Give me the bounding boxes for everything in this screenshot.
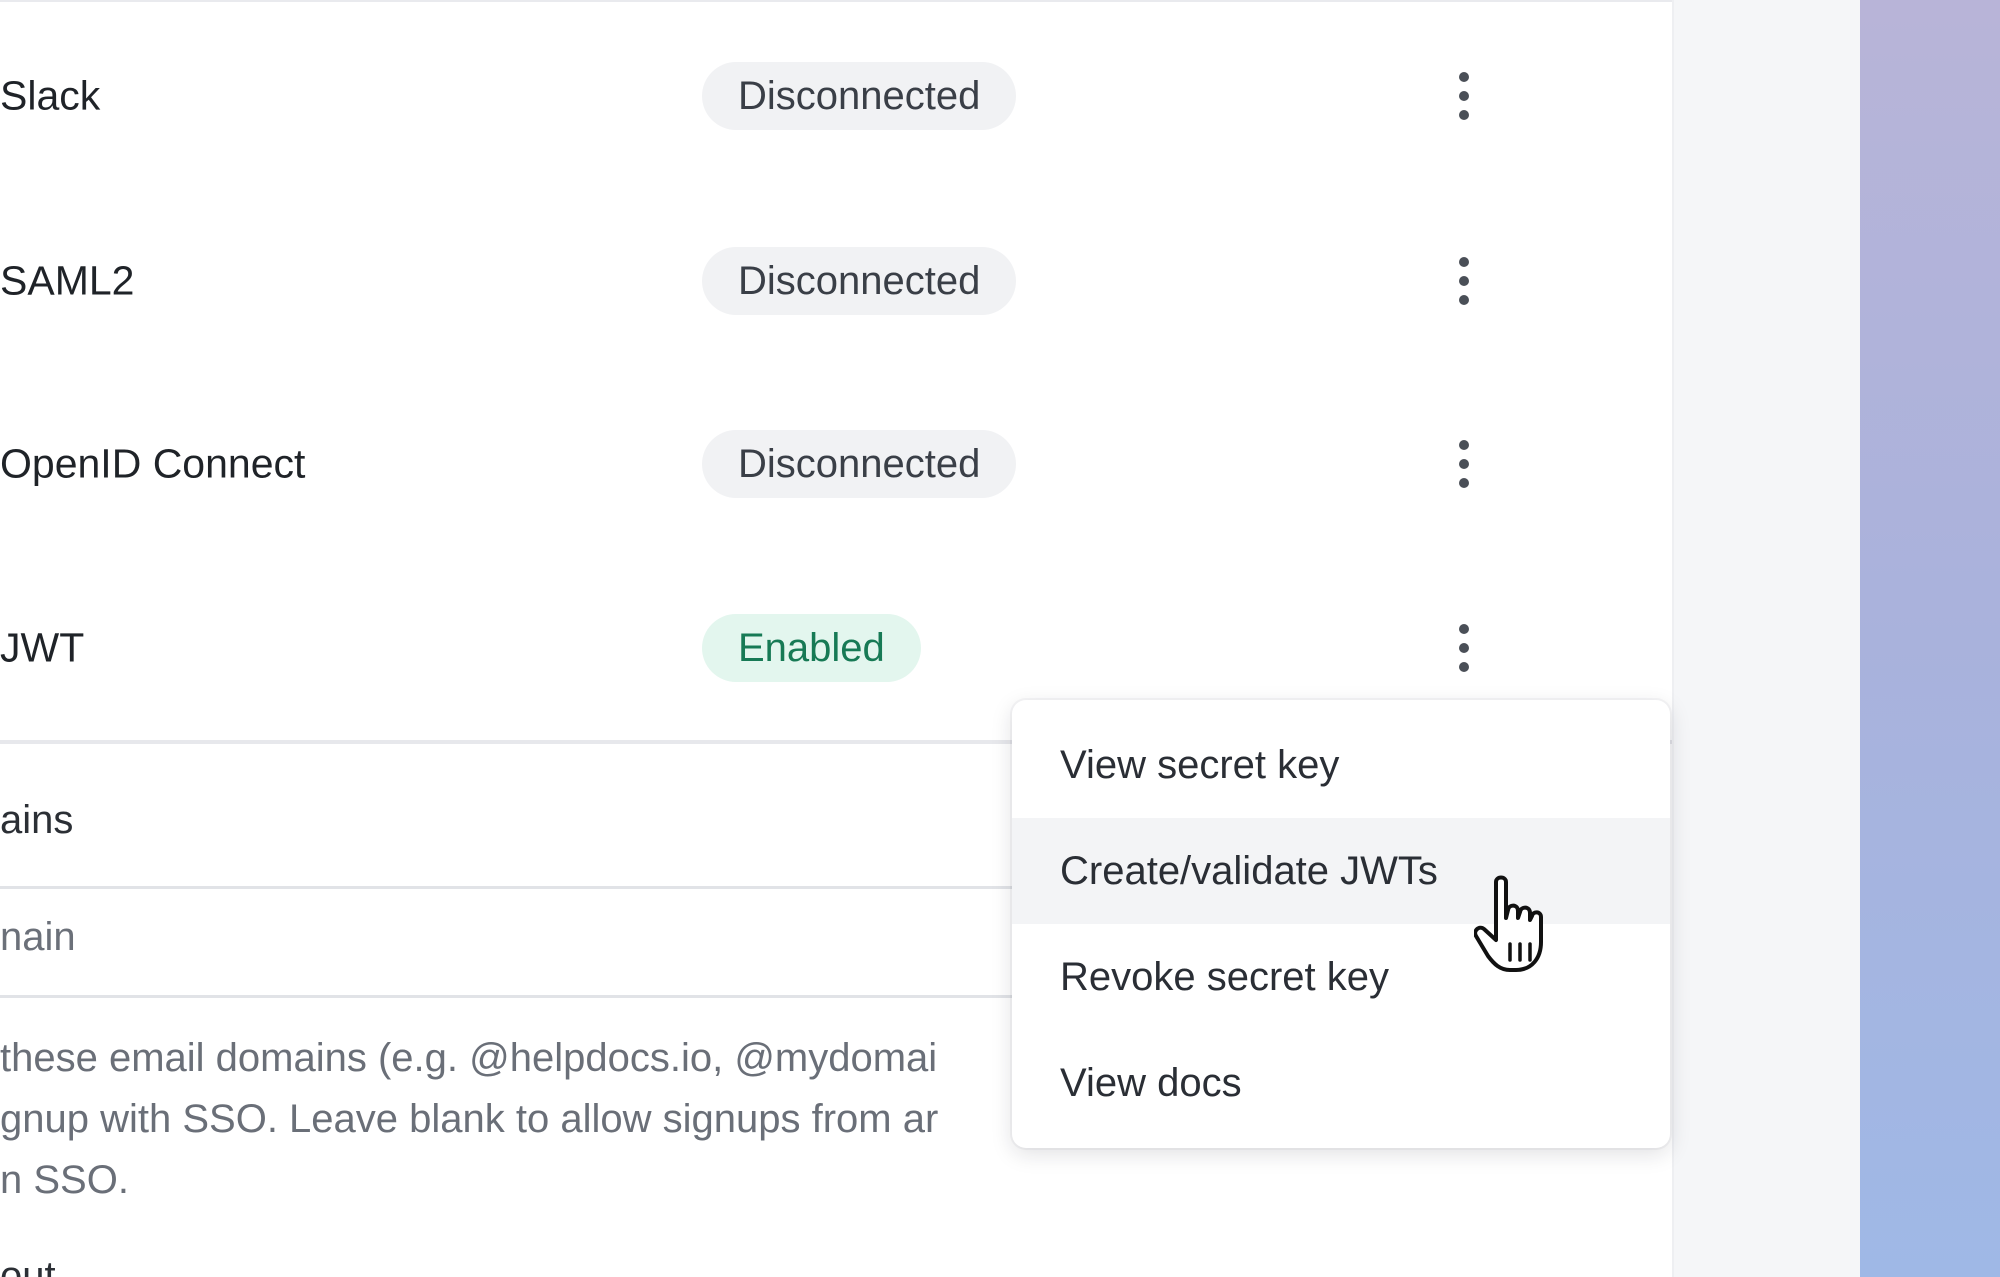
status-badge: Disconnected	[702, 62, 1017, 130]
jwt-context-menu: View secret key Create/validate JWTs Rev…	[1012, 700, 1670, 1148]
sso-row-openid-connect: OpenID Connect Disconnected	[0, 372, 1672, 556]
help-text-line: n SSO.	[0, 1158, 129, 1202]
allowed-domains-label: ains	[0, 798, 74, 842]
sso-provider-name: SAML2	[0, 257, 135, 304]
status-badge: Disconnected	[702, 430, 1017, 498]
menu-item-create-validate-jwts[interactable]: Create/validate JWTs	[1012, 818, 1670, 924]
screen: Slack Disconnected SAML2 Disconnected Op…	[0, 0, 2000, 1277]
kebab-menu-icon[interactable]	[1444, 251, 1484, 311]
kebab-menu-icon[interactable]	[1444, 618, 1484, 678]
status-badge: Enabled	[702, 614, 921, 682]
status-badge: Disconnected	[702, 247, 1017, 315]
menu-item-view-secret-key[interactable]: View secret key	[1012, 712, 1670, 818]
help-text-line: these email domains (e.g. @helpdocs.io, …	[0, 1036, 938, 1080]
help-text-line: gnup with SSO. Leave blank to allow sign…	[0, 1097, 939, 1141]
sso-provider-name: OpenID Connect	[0, 440, 306, 487]
hand-pointer-cursor-icon	[1474, 875, 1543, 972]
sso-row-slack: Slack Disconnected	[0, 4, 1672, 188]
kebab-menu-icon[interactable]	[1444, 434, 1484, 494]
domains-help-text: these email domains (e.g. @helpdocs.io, …	[0, 1028, 1020, 1211]
background-gradient	[1860, 0, 2000, 1277]
next-section-label: out	[0, 1254, 56, 1277]
sso-row-saml2: SAML2 Disconnected	[0, 189, 1672, 373]
menu-item-revoke-secret-key[interactable]: Revoke secret key	[1012, 924, 1670, 1030]
sso-provider-name: JWT	[0, 624, 85, 671]
domain-input-wrapper	[0, 886, 1060, 998]
domain-input[interactable]	[0, 915, 1000, 960]
card-top-divider	[0, 0, 1672, 2]
kebab-menu-icon[interactable]	[1444, 66, 1484, 126]
sso-provider-name: Slack	[0, 72, 101, 119]
menu-item-view-docs[interactable]: View docs	[1012, 1030, 1670, 1136]
